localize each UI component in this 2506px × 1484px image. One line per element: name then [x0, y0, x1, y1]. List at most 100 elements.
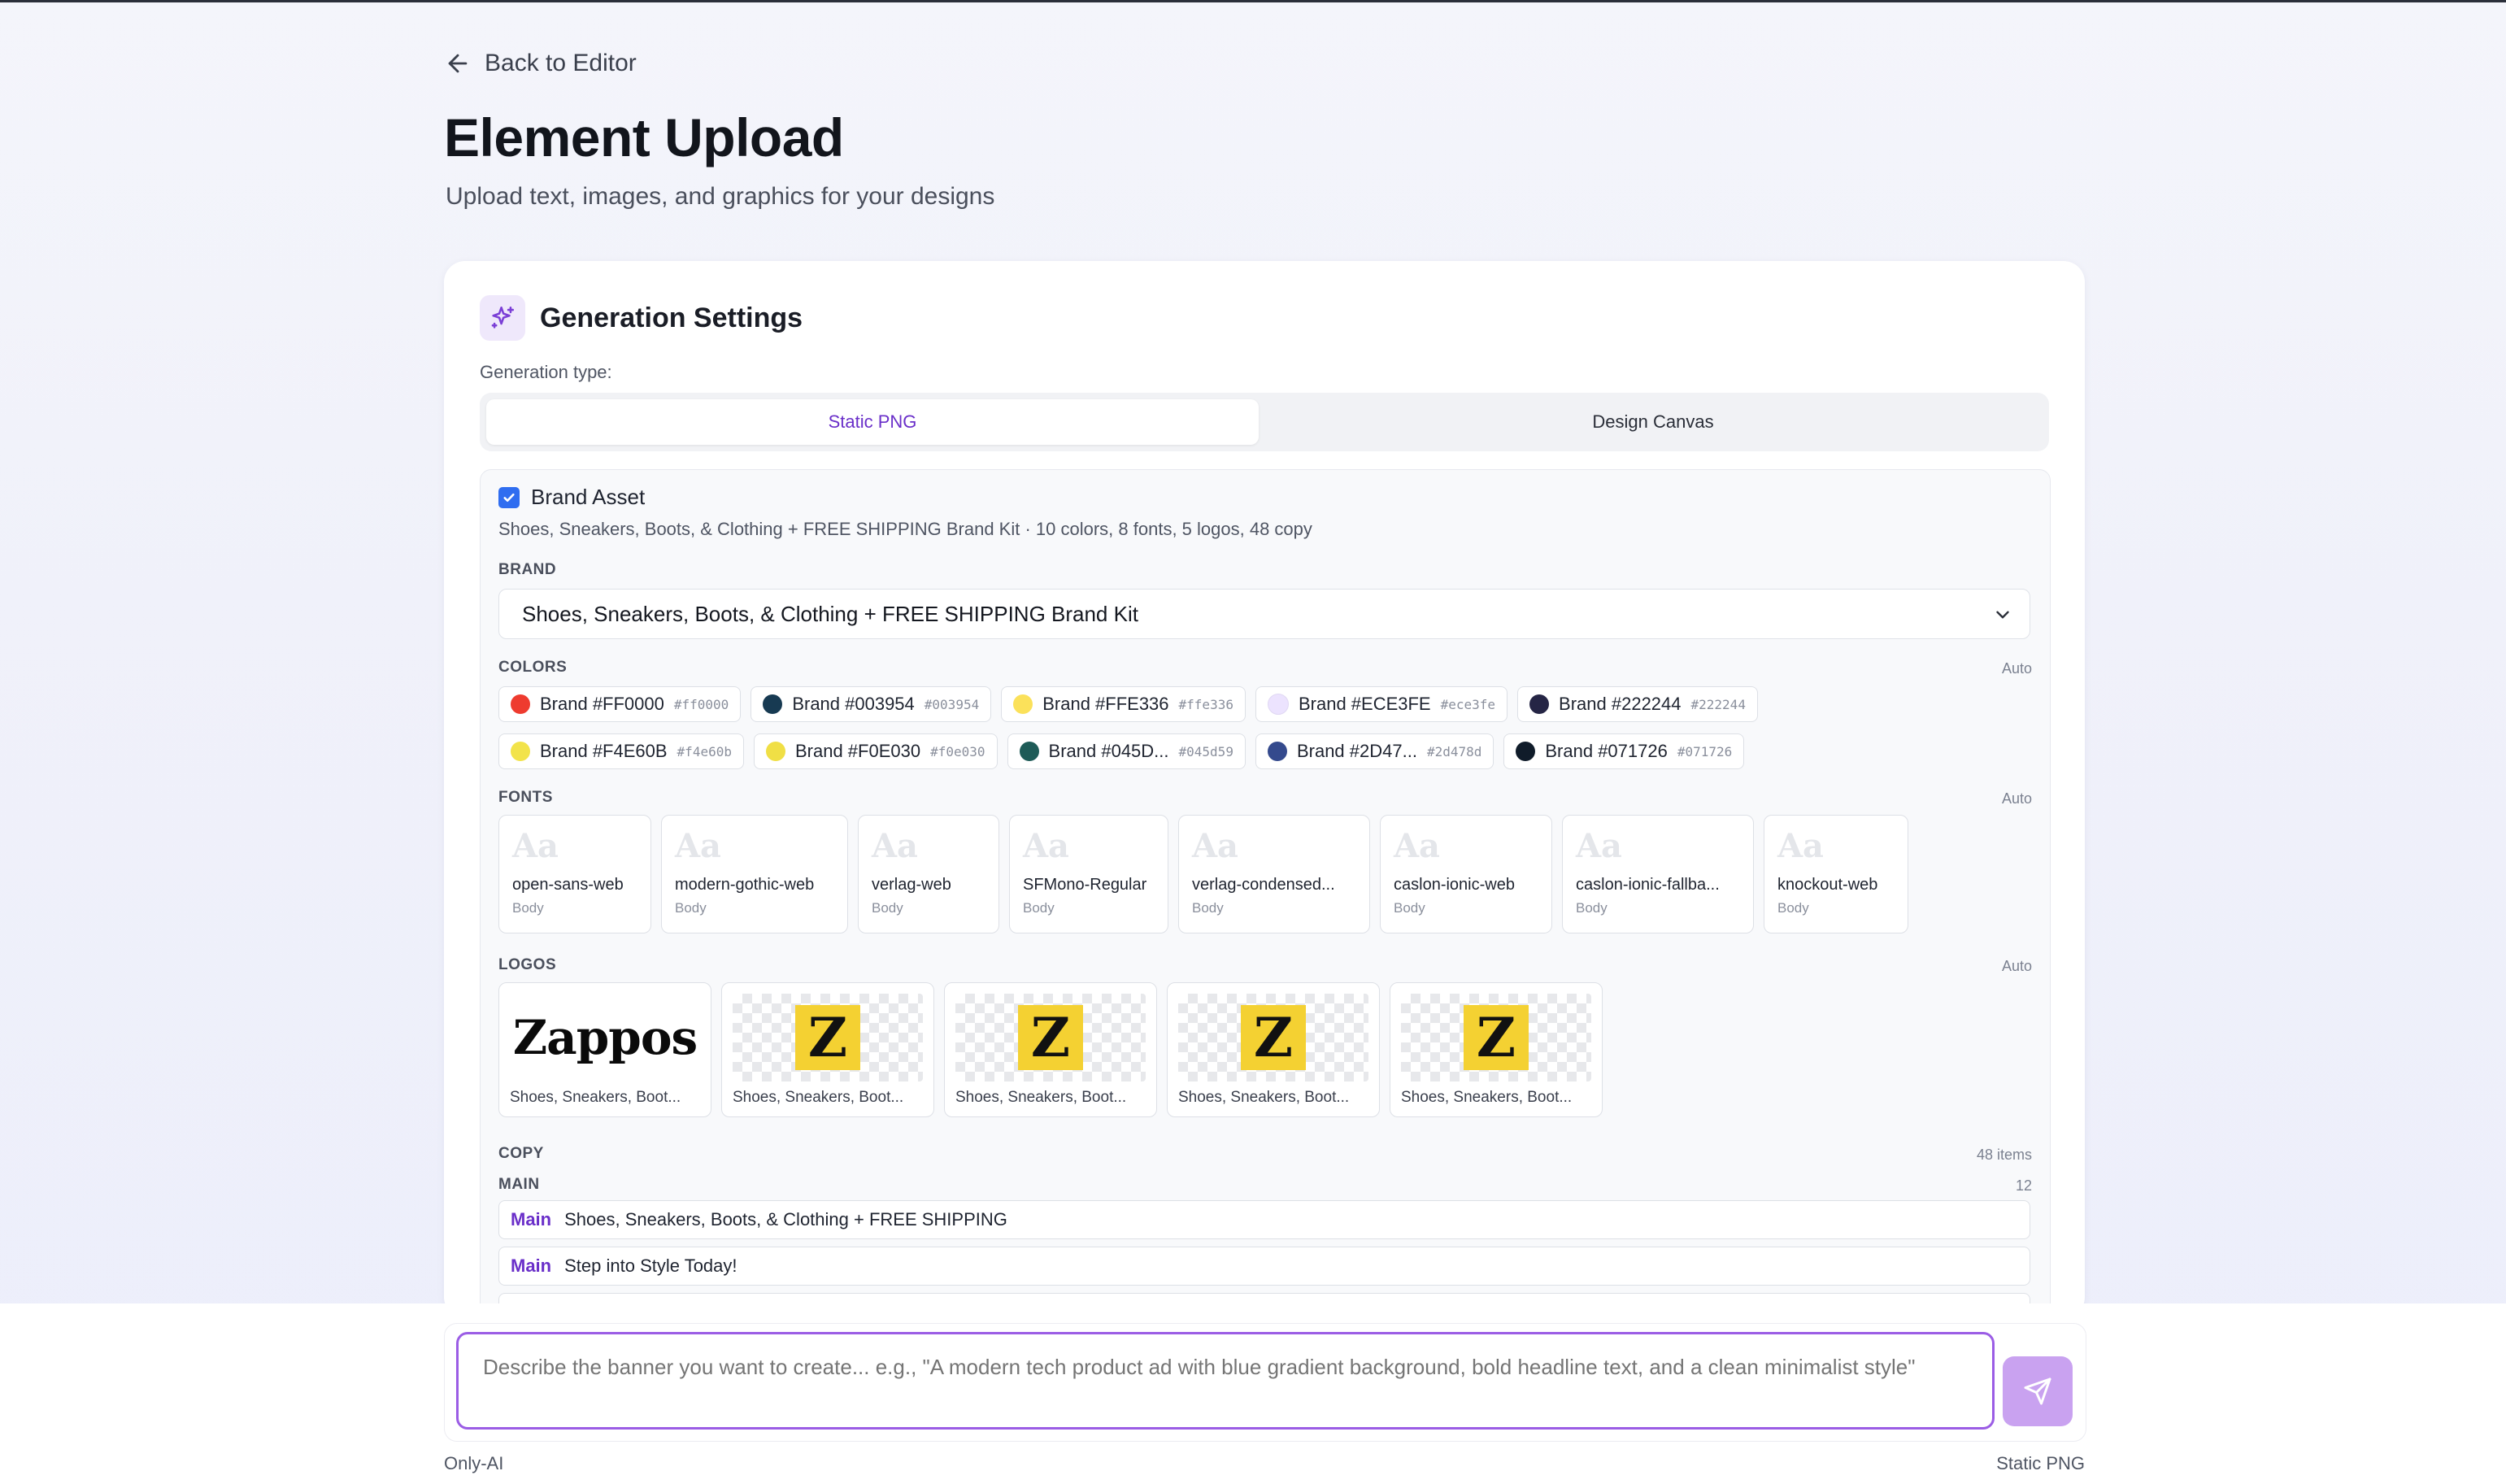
color-chip[interactable]: Brand #ECE3FE #ece3fe — [1255, 686, 1508, 722]
prompt-input[interactable] — [456, 1332, 1995, 1430]
fonts-auto-label: Auto — [2001, 790, 2032, 807]
color-chip[interactable]: Brand #071726 #071726 — [1503, 733, 1745, 769]
font-name: caslon-ionic-fallba... — [1576, 876, 1720, 894]
copy-item[interactable]: Main Shoes, Sneakers, Boots, & Clothing … — [498, 1200, 2030, 1239]
logo-card[interactable]: Zappos Shoes, Sneakers, Boot... — [498, 982, 711, 1117]
color-swatch — [1019, 742, 1039, 761]
color-hex: #222244 — [1690, 696, 1746, 712]
brand-asset-checkbox[interactable] — [498, 486, 520, 508]
color-name: Brand #222244 — [1559, 694, 1682, 714]
brand-select[interactable]: Shoes, Sneakers, Boots, & Clothing + FRE… — [498, 589, 2030, 639]
font-sample: Aa — [675, 827, 721, 865]
generation-settings-card: Generation Settings Generation type: Sta… — [444, 261, 2085, 1318]
color-chip[interactable]: Brand #003954 #003954 — [750, 686, 992, 722]
logo-cards: Zappos Shoes, Sneakers, Boot... Z Shoes, Sn… — [498, 982, 1603, 1117]
copy-tag: Main — [511, 1209, 552, 1229]
logo-card[interactable]: Z Shoes, Sneakers, Boot... — [721, 982, 934, 1117]
font-card[interactable]: Aa caslon-ionic-web Body — [1380, 815, 1552, 933]
font-name: SFMono-Regular — [1023, 876, 1147, 894]
color-name: Brand #FFE336 — [1042, 694, 1169, 714]
font-name: modern-gothic-web — [675, 876, 815, 894]
send-button[interactable] — [2003, 1356, 2073, 1426]
font-card[interactable]: Aa SFMono-Regular Body — [1009, 815, 1168, 933]
brand-asset-toggle[interactable]: Brand Asset — [498, 485, 645, 510]
color-chip[interactable]: Brand #F0E030 #f0e030 — [753, 733, 998, 769]
color-swatch — [763, 694, 783, 714]
font-card[interactable]: Aa verlag-condensed... Body — [1178, 815, 1370, 933]
color-name: Brand #2D47... — [1296, 741, 1417, 761]
color-chip[interactable]: Brand #F4E60B #f4e60b — [498, 733, 744, 769]
color-chip[interactable]: Brand #FF0000 #ff0000 — [498, 686, 742, 722]
color-name: Brand #FF0000 — [540, 694, 664, 714]
logo-caption: Shoes, Sneakers, Boot... — [1178, 1089, 1350, 1106]
logo-image: Zappos — [510, 994, 700, 1081]
page-subtitle: Upload text, images, and graphics for yo… — [446, 183, 995, 210]
font-card[interactable]: Aa modern-gothic-web Body — [661, 815, 848, 933]
copy-item[interactable]: Main Step into Style Today! — [498, 1247, 2030, 1286]
fonts-section-label: FONTS — [498, 789, 553, 806]
chevron-down-icon — [1996, 611, 2009, 619]
generation-type-toggle: Static PNG Design Canvas — [480, 393, 2049, 451]
copy-text: Step into Style Today! — [564, 1256, 737, 1276]
zappos-icon-mark: Z — [1464, 1005, 1529, 1070]
font-name: verlag-condensed... — [1192, 876, 1335, 894]
logo-image: Z — [733, 994, 923, 1081]
generation-settings-header: Generation Settings — [480, 295, 803, 341]
color-swatch — [1013, 694, 1033, 714]
color-chip[interactable]: Brand #2D47... #2d478d — [1255, 733, 1494, 769]
zappos-icon-mark: Z — [795, 1005, 860, 1070]
logo-card[interactable]: Z Shoes, Sneakers, Boot... — [1390, 982, 1603, 1117]
font-name: caslon-ionic-web — [1394, 876, 1515, 894]
zappos-wordmark: Zappos — [512, 1010, 698, 1065]
font-name: knockout-web — [1777, 876, 1878, 894]
color-swatch — [1516, 742, 1536, 761]
send-icon — [2024, 1377, 2051, 1405]
font-sample: Aa — [872, 827, 918, 865]
color-name: Brand #F4E60B — [540, 741, 668, 761]
color-hex: #071726 — [1677, 743, 1733, 759]
color-hex: #ff0000 — [673, 696, 729, 712]
back-to-editor-link[interactable]: Back to Editor — [444, 50, 637, 77]
logo-caption: Shoes, Sneakers, Boot... — [955, 1089, 1127, 1106]
arrow-left-icon — [448, 54, 468, 73]
copy-section-label: COPY — [498, 1145, 544, 1162]
brand-asset-panel: Brand Asset Shoes, Sneakers, Boots, & Cl… — [480, 469, 2051, 1318]
color-swatch — [511, 742, 530, 761]
logo-caption: Shoes, Sneakers, Boot... — [510, 1089, 681, 1106]
page-title: Element Upload — [444, 107, 844, 168]
copy-group-label: MAIN — [498, 1176, 540, 1193]
brand-asset-label: Brand Asset — [531, 485, 646, 509]
font-sample: Aa — [1192, 827, 1238, 865]
font-card[interactable]: Aa caslon-ionic-fallba... Body — [1562, 815, 1754, 933]
color-swatch — [511, 694, 530, 714]
font-card[interactable]: Aa knockout-web Body — [1764, 815, 1908, 933]
font-role: Body — [872, 900, 903, 916]
sparkles-icon — [480, 295, 525, 341]
color-hex: #045d59 — [1178, 743, 1233, 759]
font-role: Body — [512, 900, 544, 916]
color-chip[interactable]: Brand #222244 #222244 — [1517, 686, 1758, 722]
copy-text: Shoes, Sneakers, Boots, & Clothing + FRE… — [564, 1209, 1007, 1229]
color-chip[interactable]: Brand #FFE336 #ffe336 — [1001, 686, 1246, 722]
font-name: open-sans-web — [512, 876, 624, 894]
color-name: Brand #F0E030 — [794, 741, 921, 761]
tab-design-canvas[interactable]: Design Canvas — [1264, 399, 2043, 445]
color-chip[interactable]: Brand #045D... #045d59 — [1007, 733, 1246, 769]
copy-count: 48 items — [1976, 1147, 2032, 1163]
color-swatch — [765, 742, 785, 761]
color-swatch — [1267, 694, 1289, 715]
logo-card[interactable]: Z Shoes, Sneakers, Boot... — [944, 982, 1157, 1117]
color-swatch — [1267, 742, 1287, 761]
tab-static-png[interactable]: Static PNG — [486, 399, 1259, 445]
generation-type-label: Generation type: — [480, 362, 612, 382]
footer-mode-label: Only-AI — [444, 1453, 504, 1473]
brand-asset-description: Shoes, Sneakers, Boots, & Clothing + FRE… — [498, 519, 1312, 539]
colors-auto-label: Auto — [2001, 660, 2032, 677]
font-card[interactable]: Aa verlag-web Body — [858, 815, 999, 933]
back-label: Back to Editor — [485, 50, 637, 76]
copy-tag: Main — [511, 1256, 552, 1276]
zappos-icon-mark: Z — [1018, 1005, 1083, 1070]
font-card[interactable]: Aa open-sans-web Body — [498, 815, 651, 933]
logo-card[interactable]: Z Shoes, Sneakers, Boot... — [1167, 982, 1380, 1117]
logo-caption: Shoes, Sneakers, Boot... — [1401, 1089, 1573, 1106]
